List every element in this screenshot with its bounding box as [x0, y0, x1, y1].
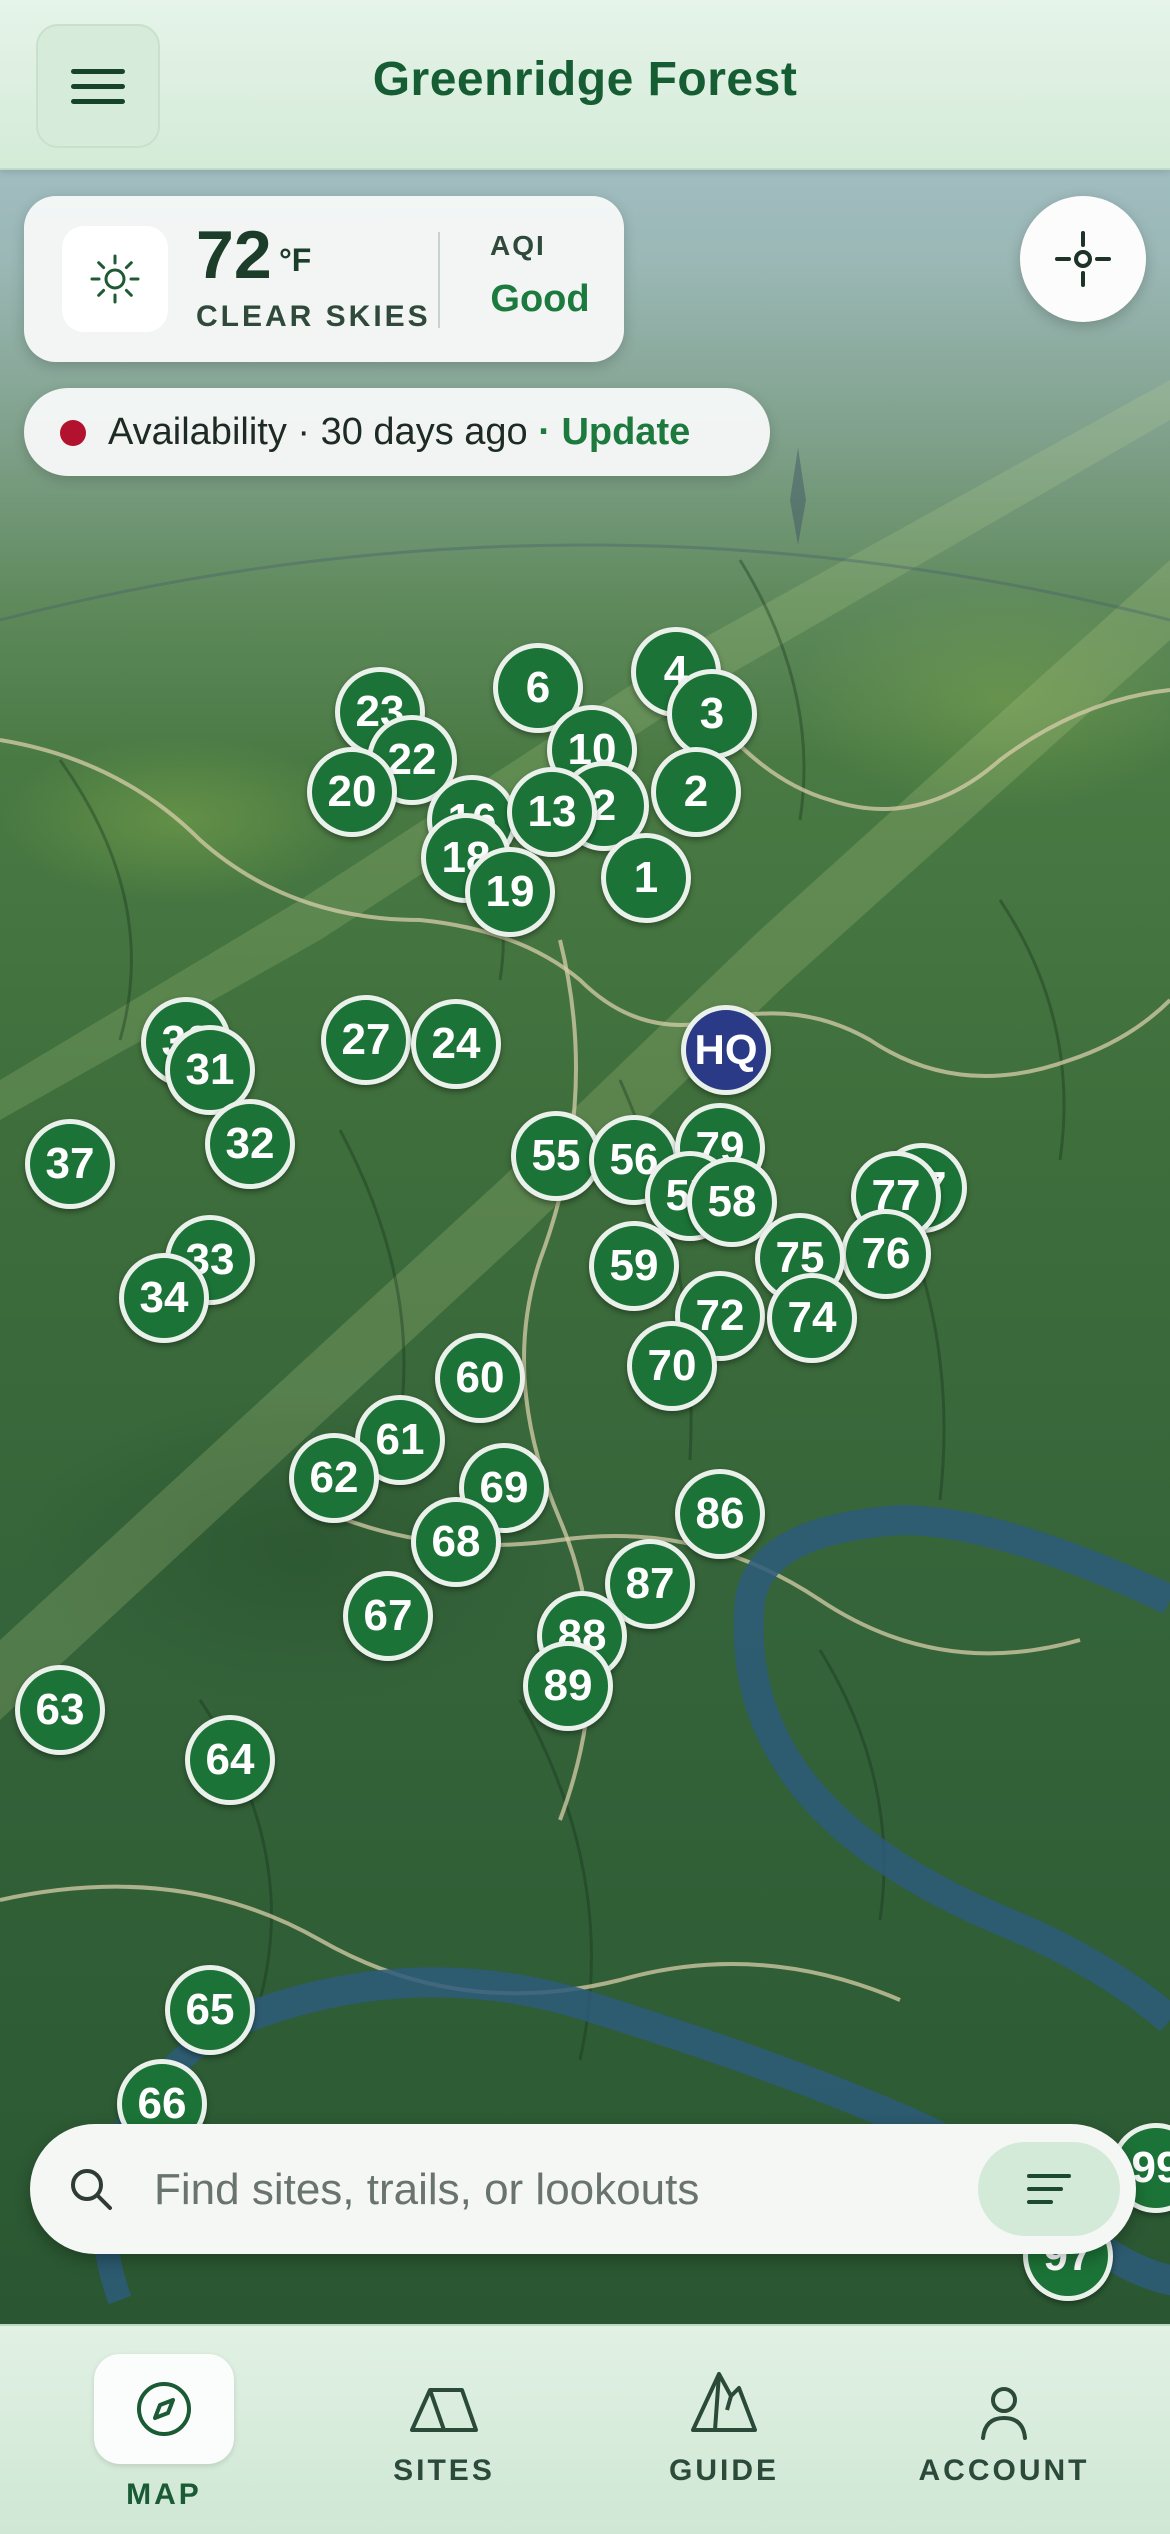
- filter-button[interactable]: [978, 2142, 1120, 2236]
- aqi-value: Good: [490, 278, 590, 320]
- site-marker[interactable]: 55: [511, 1111, 601, 1201]
- tab-label: GUIDE: [668, 2454, 779, 2487]
- tent-icon: [410, 2388, 478, 2432]
- site-marker[interactable]: 60: [435, 1333, 525, 1423]
- site-marker[interactable]: 2: [651, 747, 741, 837]
- update-link[interactable]: Update: [561, 411, 690, 453]
- tab-label: ACCOUNT: [918, 2454, 1090, 2487]
- tab-sites[interactable]: SITES: [334, 2326, 554, 2534]
- tab-label: MAP: [126, 2478, 202, 2511]
- site-marker[interactable]: 24: [411, 999, 501, 1089]
- temperature-unit: °F: [279, 242, 312, 278]
- card-divider: [438, 232, 440, 328]
- weather-card[interactable]: 72 °F CLEAR SKIES AQI Good: [24, 196, 624, 362]
- site-marker[interactable]: 68: [411, 1497, 501, 1587]
- crosshair-icon: [1055, 231, 1111, 287]
- page-title: Greenridge Forest: [372, 53, 798, 106]
- site-marker[interactable]: 19: [465, 847, 555, 937]
- tab-guide[interactable]: GUIDE: [614, 2326, 834, 2534]
- search-bar[interactable]: [30, 2124, 1136, 2254]
- tab-account[interactable]: ACCOUNT: [894, 2326, 1114, 2534]
- search-icon: [71, 2169, 112, 2210]
- locate-me-button[interactable]: [1020, 196, 1146, 322]
- site-marker[interactable]: 59: [589, 1221, 679, 1311]
- site-marker[interactable]: 74: [767, 1273, 857, 1363]
- site-marker[interactable]: 3: [667, 669, 757, 759]
- temperature-value: 72: [196, 217, 272, 293]
- person-icon: [981, 2387, 1027, 2440]
- site-marker[interactable]: 32: [205, 1099, 295, 1189]
- tab-label: SITES: [393, 2454, 495, 2487]
- bottom-tab-bar: MAP SITES GUIDE ACCOUNT: [0, 2324, 1170, 2534]
- site-marker[interactable]: 20: [307, 747, 397, 837]
- availability-banner: Availability · 30 days ago · Update: [24, 388, 770, 476]
- mountain-icon: [691, 2372, 757, 2432]
- hq-marker[interactable]: HQ: [681, 1005, 771, 1095]
- site-marker[interactable]: 27: [321, 995, 411, 1085]
- filter-list-icon: [1027, 2174, 1071, 2204]
- site-marker[interactable]: 76: [841, 1209, 931, 1299]
- site-marker[interactable]: 70: [627, 1321, 717, 1411]
- site-marker[interactable]: 37: [25, 1119, 115, 1209]
- site-marker[interactable]: 13: [507, 767, 597, 857]
- site-marker[interactable]: 34: [119, 1253, 209, 1343]
- availability-separator: ·: [527, 411, 562, 453]
- availability-text: Availability · 30 days ago: [108, 411, 528, 453]
- sun-icon: [62, 226, 168, 332]
- status-dot: [60, 420, 86, 446]
- site-marker[interactable]: 67: [343, 1571, 433, 1661]
- site-marker[interactable]: 64: [185, 1715, 275, 1805]
- site-marker[interactable]: 89: [523, 1641, 613, 1731]
- weather-condition: CLEAR SKIES: [196, 300, 431, 333]
- site-marker[interactable]: 63: [15, 1665, 105, 1755]
- site-marker[interactable]: 62: [289, 1433, 379, 1523]
- search-input[interactable]: [152, 2154, 976, 2226]
- site-marker[interactable]: 1: [601, 833, 691, 923]
- site-marker[interactable]: 86: [675, 1469, 765, 1559]
- app-header: Greenridge Forest: [0, 0, 1170, 170]
- aqi-label: AQI: [490, 230, 546, 261]
- site-marker[interactable]: 65: [165, 1965, 255, 2055]
- compass-icon: [137, 2382, 191, 2436]
- tab-map[interactable]: MAP: [54, 2326, 274, 2534]
